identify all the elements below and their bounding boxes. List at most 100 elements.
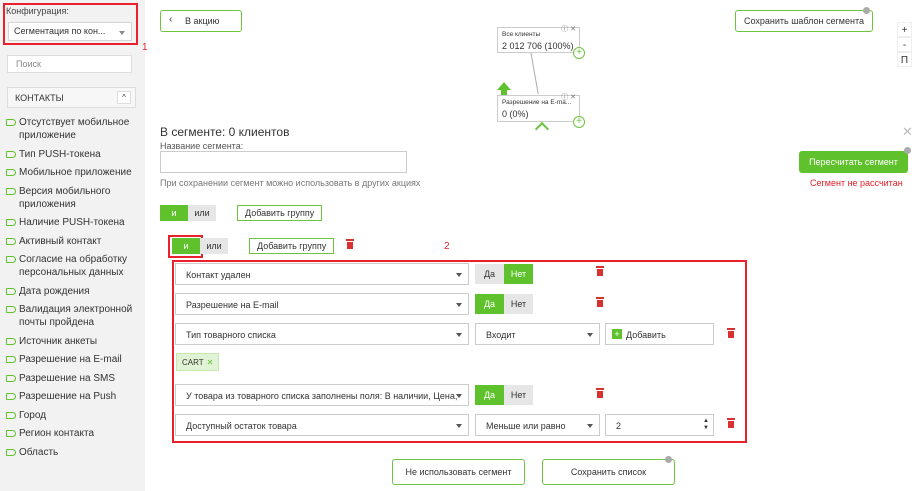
and-option[interactable]: и bbox=[160, 205, 188, 221]
trash-icon[interactable] bbox=[346, 239, 354, 249]
no-option[interactable]: Нет bbox=[504, 385, 533, 405]
search-input[interactable]: Поиск bbox=[7, 55, 132, 73]
yes-no-toggle: Да Нет bbox=[475, 294, 533, 314]
condition-field-select[interactable]: Тип товарного списка bbox=[175, 323, 469, 345]
tag-icon bbox=[6, 374, 16, 382]
yes-option[interactable]: Да bbox=[475, 294, 504, 314]
stepper-icon[interactable]: ▲ ▼ bbox=[703, 418, 709, 432]
outer-and-or-toggle: и или bbox=[160, 205, 216, 221]
sidebar-item[interactable]: Город bbox=[6, 409, 142, 422]
add-group-button[interactable]: Добавить группу bbox=[249, 238, 335, 254]
sidebar-item[interactable]: Разрешение на Push bbox=[6, 390, 142, 403]
tag-icon bbox=[6, 356, 16, 363]
condition-operator-select[interactable]: Входит bbox=[475, 323, 600, 345]
no-option[interactable]: Нет bbox=[504, 264, 533, 284]
condition-value-input[interactable]: 2 ▲ ▼ bbox=[605, 414, 714, 436]
and-option[interactable]: и bbox=[172, 238, 200, 254]
sidebar-item[interactable]: Регион контакта bbox=[6, 427, 142, 440]
chevron-down-icon bbox=[587, 424, 593, 428]
add-value-button[interactable]: + Добавить bbox=[605, 323, 714, 345]
yes-no-toggle: Да Нет bbox=[475, 385, 533, 405]
segment-name-input[interactable] bbox=[160, 151, 407, 173]
segment-status: Сегмент не рассчитан bbox=[810, 178, 903, 188]
flow-node-email-permission[interactable]: ⓘ ✕ Разрешение на E-ma... 0 (0%) + bbox=[497, 92, 585, 128]
plus-icon: + bbox=[612, 329, 622, 339]
tag-icon bbox=[6, 187, 16, 195]
close-icon[interactable]: ✕ bbox=[902, 124, 913, 140]
sidebar-item[interactable]: Мобильное приложение bbox=[6, 166, 142, 179]
sidebar-item[interactable]: Дата рождения bbox=[6, 285, 142, 298]
zoom-controls: + - П bbox=[897, 22, 912, 67]
yes-no-toggle: Да Нет bbox=[475, 264, 533, 284]
sidebar-item[interactable]: Источник анкеты bbox=[6, 335, 142, 348]
info-badge-icon bbox=[904, 147, 911, 154]
remove-chip-icon[interactable]: ✕ bbox=[207, 358, 214, 367]
sidebar-item[interactable]: Активный контакт bbox=[6, 235, 142, 248]
condition-field-select[interactable]: Контакт удален bbox=[175, 263, 469, 285]
config-select[interactable]: Сегментация по кон... bbox=[8, 22, 132, 41]
tag-icon bbox=[6, 430, 16, 437]
condition-operator-select[interactable]: Меньше или равно bbox=[475, 414, 600, 436]
trash-icon[interactable] bbox=[596, 297, 604, 307]
sidebar-item[interactable]: Разрешение на SMS bbox=[6, 372, 142, 385]
recalculate-segment-button[interactable]: Пересчитать сегмент bbox=[799, 147, 911, 173]
segment-name-label: Название сегмента: bbox=[160, 141, 244, 151]
trash-icon[interactable] bbox=[727, 328, 735, 338]
tag-icon bbox=[6, 448, 16, 456]
yes-option[interactable]: Да bbox=[475, 385, 504, 405]
back-to-campaign-button[interactable]: ‹ В акцию bbox=[160, 10, 242, 32]
or-option[interactable]: или bbox=[200, 238, 228, 254]
chevron-down-icon bbox=[456, 273, 462, 277]
contacts-group-header[interactable]: КОНТАКТЫ ^ bbox=[7, 87, 136, 108]
annotation-number-1: 1 bbox=[142, 42, 148, 53]
sidebar-item[interactable]: Версия мобильного приложения bbox=[6, 185, 142, 211]
no-option[interactable]: Нет bbox=[504, 294, 533, 314]
tag-icon bbox=[6, 411, 16, 419]
chevron-down-icon bbox=[587, 333, 593, 337]
config-label: Конфигурация: bbox=[6, 6, 69, 16]
value-chip: CART ✕ bbox=[176, 353, 220, 371]
sidebar-item[interactable]: Валидация электронной почты пройдена bbox=[6, 303, 142, 329]
config-select-value: Сегментация по кон... bbox=[14, 26, 106, 36]
flow-node-all-clients[interactable]: ⓘ ✕ Все клиенты 2 012 706 (100%) + bbox=[497, 24, 585, 59]
or-option[interactable]: или bbox=[188, 205, 216, 221]
node-info-close-icon[interactable]: ⓘ ✕ bbox=[561, 24, 576, 34]
sidebar-item[interactable]: Наличие PUSH-токена bbox=[6, 216, 142, 229]
zoom-out-button[interactable]: - bbox=[897, 37, 912, 52]
segment-title: В сегменте: 0 клиентов bbox=[160, 125, 290, 139]
tag-icon bbox=[6, 219, 16, 226]
condition-field-select[interactable]: У товара из товарного списка заполнены п… bbox=[175, 384, 469, 406]
chevron-down-icon bbox=[456, 333, 462, 337]
tag-icon bbox=[6, 287, 16, 295]
yes-option[interactable]: Да bbox=[475, 264, 504, 284]
save-list-button[interactable]: Сохранить список bbox=[542, 456, 675, 485]
chevron-down-icon bbox=[456, 424, 462, 428]
info-badge-icon bbox=[665, 456, 672, 463]
condition-field-select[interactable]: Разрешение на E-mail bbox=[175, 293, 469, 315]
node-info-close-icon[interactable]: ⓘ ✕ bbox=[561, 92, 576, 102]
chevron-up-icon[interactable]: ^ bbox=[117, 91, 131, 104]
tag-icon bbox=[6, 169, 16, 176]
sidebar-item[interactable]: Разрешение на E-mail bbox=[6, 353, 142, 366]
trash-icon[interactable] bbox=[596, 266, 604, 276]
chevron-down-icon bbox=[456, 303, 462, 307]
collapse-chevron-up-icon[interactable] bbox=[534, 121, 550, 137]
sidebar-item[interactable]: Тип PUSH-токена bbox=[6, 148, 142, 161]
condition-field-select[interactable]: Доступный остаток товара bbox=[175, 414, 469, 436]
dont-use-segment-button[interactable]: Не использовать сегмент bbox=[392, 459, 525, 485]
tag-icon bbox=[6, 337, 16, 345]
info-badge-icon bbox=[863, 7, 870, 14]
trash-icon[interactable] bbox=[596, 388, 604, 398]
sidebar-item[interactable]: Область bbox=[6, 446, 142, 459]
node-count: 2 012 706 (100%) bbox=[502, 41, 574, 51]
add-node-icon[interactable]: + bbox=[573, 116, 585, 128]
zoom-fit-button[interactable]: П bbox=[897, 52, 912, 67]
zoom-in-button[interactable]: + bbox=[897, 22, 912, 37]
inner-and-or-toggle: и или bbox=[172, 238, 228, 254]
save-segment-template-button[interactable]: Сохранить шаблон сегмента bbox=[735, 7, 873, 32]
sidebar-item[interactable]: Отсутствует мобильное приложение bbox=[6, 116, 142, 142]
add-group-button[interactable]: Добавить группу bbox=[237, 205, 323, 221]
trash-icon[interactable] bbox=[727, 418, 735, 428]
sidebar-item[interactable]: Согласие на обработку персональных данны… bbox=[6, 253, 142, 279]
add-node-icon[interactable]: + bbox=[573, 47, 585, 59]
